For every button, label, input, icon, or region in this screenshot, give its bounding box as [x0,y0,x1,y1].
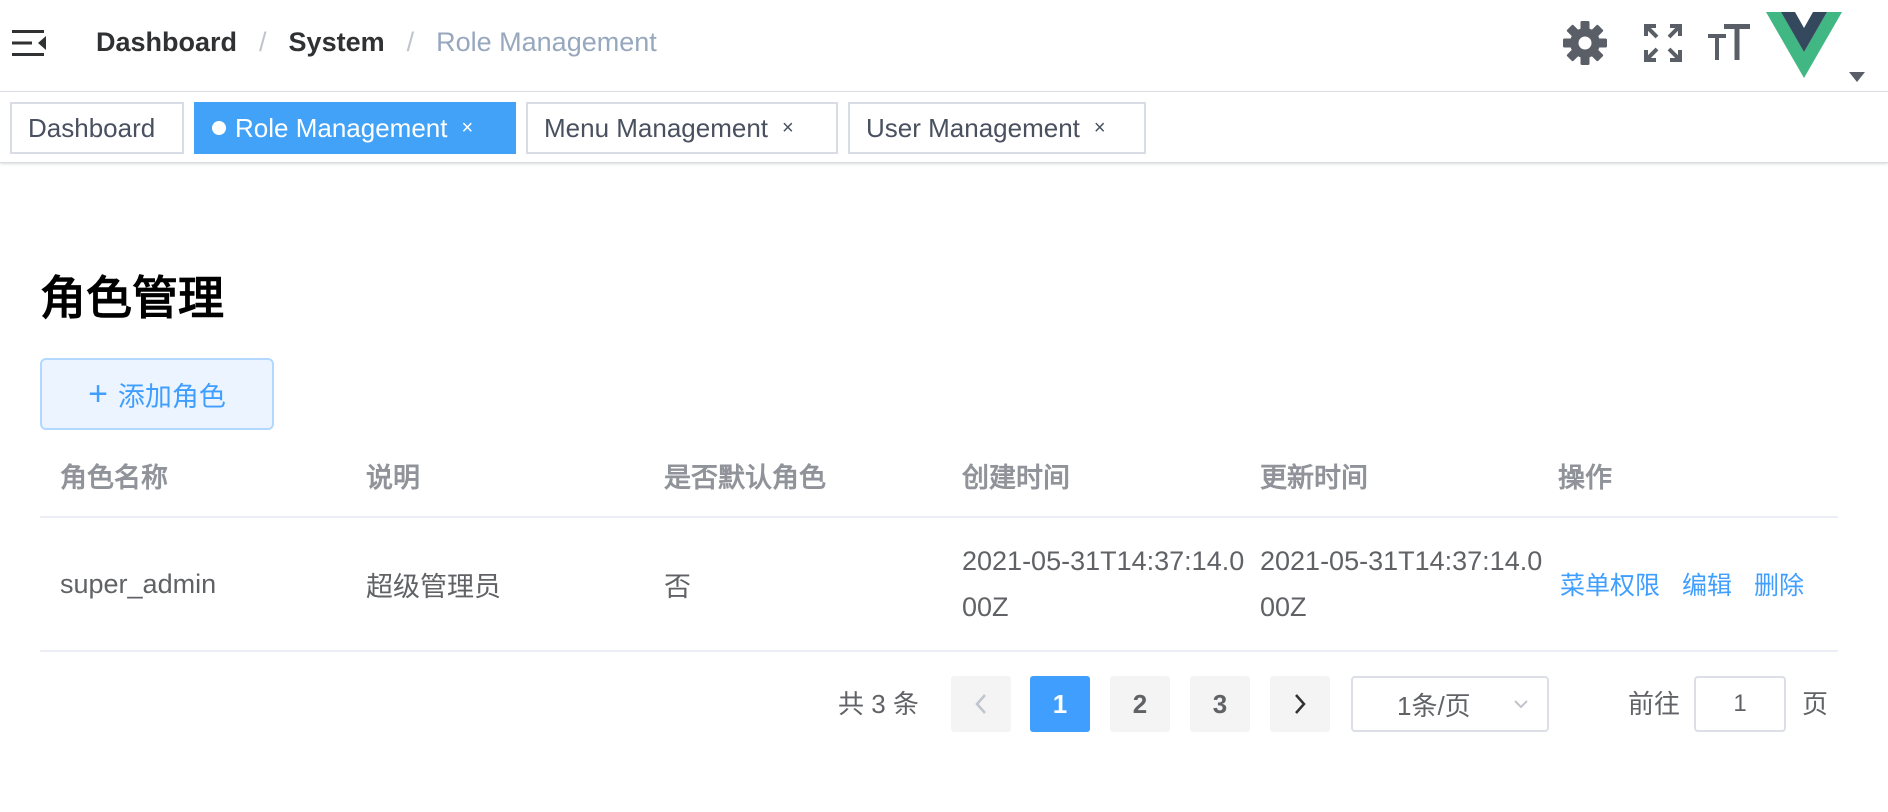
page-size-select[interactable]: 1条/页 [1351,676,1549,732]
chevron-down-icon [1514,700,1528,709]
fullscreen-icon[interactable] [1640,20,1686,66]
cell-is-default: 否 [664,571,691,602]
next-page-button[interactable] [1270,676,1330,732]
add-role-button[interactable]: + 添加角色 [40,358,274,430]
cell-updated-at: 2021-05-31T14:37:14.000Z [1260,546,1543,622]
pagination: 共 3 条 1 2 3 1条/页 前往 页 [0,676,1888,732]
table-header: 角色名称 说明 是否默认角色 创建时间 更新时间 操作 [40,440,1838,518]
column-header-description: 说明 [366,463,420,493]
page-button-3[interactable]: 3 [1190,676,1250,732]
tag-menu-management[interactable]: Menu Management × [526,102,838,154]
tag-label: Dashboard [28,112,156,143]
cell-role-name: super_admin [60,568,217,599]
close-icon[interactable]: × [461,118,473,138]
breadcrumb-item-system[interactable]: System [289,27,385,58]
navbar: Dashboard / System / Role Management [0,0,1888,92]
page-title: 角色管理 [40,272,224,324]
add-role-button-label: 添加角色 [117,381,226,412]
chevron-left-icon [975,694,986,714]
cell-actions: 菜单权限 编辑 删除 [1560,518,1826,650]
breadcrumb-separator: / [259,26,267,57]
breadcrumb-item-current: Role Management [436,26,657,57]
jump-prefix: 前往 [1628,689,1681,719]
column-header-is-default: 是否默认角色 [664,463,826,493]
active-dot-icon [212,121,226,135]
role-table: 角色名称 说明 是否默认角色 创建时间 更新时间 操作 super_admin … [40,440,1838,652]
menu-permission-link[interactable]: 菜单权限 [1560,566,1660,602]
tag-label: User Management [866,112,1080,143]
breadcrumb: Dashboard / System / Role Management [96,0,657,84]
edit-link[interactable]: 编辑 [1682,566,1732,602]
tag-user-management[interactable]: User Management × [848,102,1146,154]
vue-logo-avatar[interactable] [1766,10,1842,80]
breadcrumb-item-dashboard[interactable]: Dashboard [96,27,237,58]
chevron-right-icon [1295,694,1306,714]
page-size-value: 1条/页 [1397,690,1471,721]
tag-role-management[interactable]: Role Management × [194,102,516,154]
pagination-total: 共 3 条 [838,689,919,719]
delete-link[interactable]: 删除 [1754,566,1804,602]
caret-down-icon[interactable] [1849,72,1865,82]
menu-fold-icon[interactable] [12,28,48,58]
page-button-2[interactable]: 2 [1110,676,1170,732]
page-button-1[interactable]: 1 [1030,676,1090,732]
tags-view: Dashboard Role Management × Menu Managem… [0,92,1888,163]
jump-page-input[interactable] [1694,676,1786,732]
jump-suffix: 页 [1802,689,1829,719]
tag-dashboard[interactable]: Dashboard [10,102,184,154]
column-header-updated-at: 更新时间 [1260,463,1368,493]
column-header-role-name: 角色名称 [60,463,168,493]
cell-description: 超级管理员 [366,571,501,602]
close-icon[interactable]: × [782,118,794,138]
gear-icon[interactable] [1562,20,1608,66]
font-size-icon[interactable] [1706,20,1752,66]
cell-created-at: 2021-05-31T14:37:14.000Z [962,546,1245,622]
table-row: super_admin 超级管理员 否 2021-05-31T14:37:14.… [40,518,1838,652]
plus-icon: + [88,375,108,413]
tag-label: Role Management [235,112,448,143]
breadcrumb-separator: / [406,26,415,57]
tag-label: Menu Management [544,112,769,143]
column-header-created-at: 创建时间 [962,463,1070,493]
prev-page-button[interactable] [951,676,1011,732]
column-header-actions: 操作 [1558,463,1612,493]
close-icon[interactable]: × [1094,118,1106,138]
